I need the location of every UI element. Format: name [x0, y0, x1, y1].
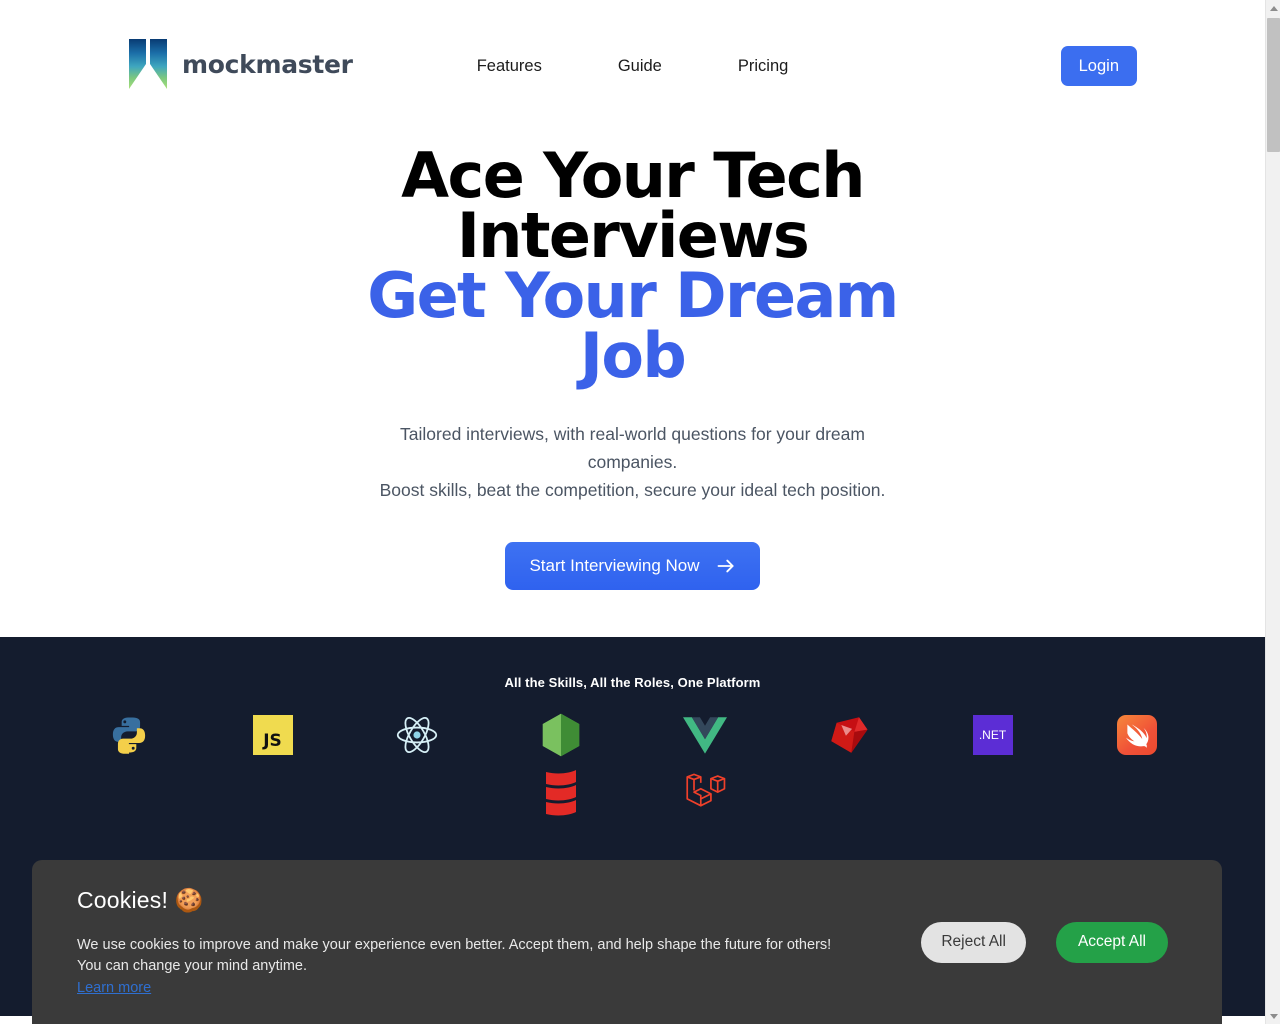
tech-logo-laravel[interactable]	[682, 770, 728, 816]
hero-title-accent: Get Your Dream Job	[367, 259, 899, 392]
scrollbar-thumb[interactable]	[1267, 18, 1280, 152]
tech-logo-javascript[interactable]: JS	[250, 712, 296, 758]
hero-subtitle: Tailored interviews, with real-world que…	[0, 420, 1265, 504]
hero-subtitle-line3: Boost skills, beat the competition, secu…	[379, 480, 886, 500]
nav-link-features[interactable]: Features	[477, 52, 542, 80]
tech-logo-dotnet[interactable]: .NET	[970, 712, 1016, 758]
tech-logo-swift[interactable]	[1114, 712, 1160, 758]
browser-page: mockmaster Features Guide Pricing Login …	[0, 0, 1280, 1024]
reject-all-button[interactable]: Reject All	[921, 921, 1026, 963]
hero-subtitle-line1: Tailored interviews, with real-world que…	[400, 424, 865, 444]
hero-subtitle-line2: companies.	[587, 452, 678, 472]
javascript-icon: JS	[252, 715, 293, 755]
cookie-body-line1: We use cookies to improve and make your …	[77, 937, 832, 953]
cookie-consent-banner: Cookies! 🍪 We use cookies to improve and…	[32, 860, 1222, 1024]
laravel-icon	[685, 773, 725, 807]
site-header: mockmaster Features Guide Pricing Login	[0, 0, 1265, 132]
swift-icon	[1116, 715, 1157, 755]
tech-logo-row-1: JS .NET	[0, 712, 1265, 758]
start-interviewing-button[interactable]: Start Interviewing Now	[505, 542, 760, 590]
hero-section: Ace Your Tech Interviews Get Your Dream …	[0, 132, 1265, 590]
vertical-scrollbar[interactable]	[1265, 0, 1280, 1024]
tech-logo-rows: JS .NET	[0, 712, 1265, 816]
nav-link-pricing[interactable]: Pricing	[738, 52, 788, 80]
cta-label: Start Interviewing Now	[529, 556, 700, 575]
nodejs-icon	[542, 713, 579, 757]
scrollbar-down-arrow-icon[interactable]	[1266, 1008, 1280, 1024]
cookie-text-block: Cookies! 🍪 We use cookies to improve and…	[77, 887, 921, 997]
react-icon	[396, 717, 437, 753]
accept-all-button[interactable]: Accept All	[1055, 921, 1168, 963]
python-icon	[112, 717, 145, 754]
tech-logo-python[interactable]	[106, 712, 152, 758]
tech-section-heading: All the Skills, All the Roles, One Platf…	[504, 675, 761, 690]
tech-logo-vue[interactable]	[682, 712, 728, 758]
cookie-actions: Reject All Accept All	[921, 921, 1188, 963]
swift-bird-glyph	[1125, 724, 1148, 748]
page-viewport: mockmaster Features Guide Pricing Login …	[0, 0, 1265, 1024]
tech-logo-row-2	[0, 770, 1265, 816]
dotnet-icon: .NET	[972, 715, 1013, 755]
cookie-banner-title: Cookies! 🍪	[77, 887, 204, 913]
tech-logo-react[interactable]	[394, 712, 440, 758]
scala-icon	[545, 770, 576, 816]
tech-logo-nodejs[interactable]	[538, 712, 584, 758]
cookie-body-line2: You can change your mind anytime.	[77, 958, 307, 974]
nav-link-guide[interactable]: Guide	[618, 52, 662, 80]
arrow-right-icon	[717, 559, 734, 573]
vue-icon	[682, 717, 727, 754]
tech-logo-ruby[interactable]	[826, 712, 872, 758]
ruby-icon	[830, 717, 867, 753]
tech-logo-scala[interactable]	[538, 770, 584, 816]
hero-title: Ace Your Tech Interviews Get Your Dream …	[353, 145, 913, 392]
cookie-learn-more-link[interactable]: Learn more	[77, 980, 151, 996]
login-button[interactable]: Login	[1060, 46, 1137, 86]
cookie-banner-body: We use cookies to improve and make your …	[77, 935, 921, 977]
scrollbar-up-arrow-icon[interactable]	[1266, 0, 1280, 16]
